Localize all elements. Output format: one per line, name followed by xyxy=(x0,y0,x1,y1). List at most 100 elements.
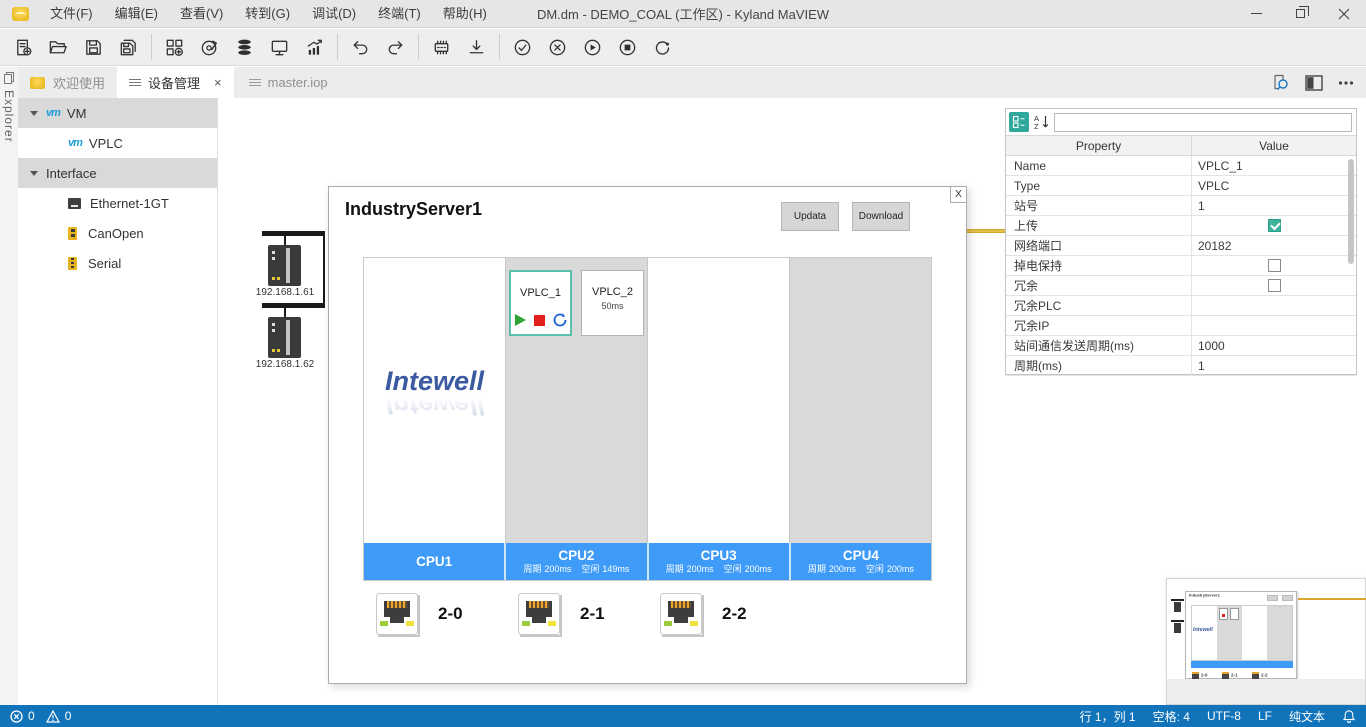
prop-row-station[interactable]: 站号 1 xyxy=(1006,196,1356,216)
redo-button[interactable] xyxy=(378,31,413,63)
download-button[interactable] xyxy=(459,31,494,63)
database-button[interactable] xyxy=(227,31,262,63)
prop-value[interactable]: 1 xyxy=(1191,196,1356,215)
tree-item-ethernet[interactable]: Ethernet-1GT xyxy=(18,188,217,218)
prop-row-retain[interactable]: 掉电保持 xyxy=(1006,256,1356,276)
notifications-bell-icon[interactable] xyxy=(1342,709,1356,724)
restore-button[interactable] xyxy=(1278,0,1322,28)
port-group-0[interactable]: 2-0 xyxy=(376,593,463,635)
prop-value[interactable] xyxy=(1191,316,1356,335)
undo-button[interactable] xyxy=(343,31,378,63)
overview-minimap[interactable]: IndustryServer1 Intewell 2-0 2-1 2-2 xyxy=(1166,578,1366,705)
accept-button[interactable] xyxy=(505,31,540,63)
prop-row-cycle[interactable]: 周期(ms) 1 xyxy=(1006,356,1356,376)
menu-goto[interactable]: 转到(G) xyxy=(234,0,301,28)
prop-row-redundancy-plc[interactable]: 冗余PLC xyxy=(1006,296,1356,316)
prop-value[interactable]: VPLC_1 xyxy=(1191,156,1356,175)
warnings-icon[interactable] xyxy=(46,710,60,723)
menu-edit[interactable]: 编辑(E) xyxy=(104,0,169,28)
updata-button[interactable]: Updata xyxy=(781,202,839,231)
restart-button[interactable] xyxy=(645,31,680,63)
tree-group-interface[interactable]: Interface xyxy=(18,158,217,188)
restart-icon[interactable] xyxy=(553,313,567,327)
add-module-button[interactable] xyxy=(157,31,192,63)
main-toolbar xyxy=(0,29,1366,66)
prop-row-redundancy[interactable]: 冗余 xyxy=(1006,276,1356,296)
stop-button[interactable] xyxy=(610,31,645,63)
tab-close-icon[interactable]: × xyxy=(214,76,222,89)
cursor-position[interactable]: 行 1，列 1 xyxy=(1080,708,1136,725)
prop-row-type[interactable]: Type VPLC xyxy=(1006,176,1356,196)
welcome-logo-icon xyxy=(30,77,45,89)
tree-item-vplc[interactable]: vm VPLC xyxy=(18,128,217,158)
categorize-button[interactable] xyxy=(1009,112,1029,132)
switch-device-1[interactable] xyxy=(268,245,301,286)
download-button[interactable]: Download xyxy=(852,202,910,231)
cpu3-cell[interactable]: CPU3 周期 200ms 空闲 200ms xyxy=(647,543,789,580)
menu-view[interactable]: 查看(V) xyxy=(169,0,234,28)
menu-terminal[interactable]: 终端(T) xyxy=(367,0,432,28)
more-actions-icon[interactable] xyxy=(1338,80,1354,86)
stop-icon[interactable] xyxy=(534,315,545,326)
menu-help[interactable]: 帮助(H) xyxy=(432,0,498,28)
save-button[interactable] xyxy=(76,31,111,63)
tree-group-vm[interactable]: vm VM xyxy=(18,98,217,128)
tree-item-serial[interactable]: Serial xyxy=(18,248,217,278)
prop-value[interactable] xyxy=(1191,296,1356,315)
save-all-button[interactable] xyxy=(111,31,146,63)
cpu1-cell[interactable]: CPU1 xyxy=(364,543,504,580)
tab-device-management[interactable]: 设备管理 × xyxy=(117,67,234,98)
sort-az-button[interactable]: AZ xyxy=(1033,114,1050,130)
tab-welcome[interactable]: 欢迎使用 xyxy=(18,67,117,98)
split-editor-icon[interactable] xyxy=(1305,75,1323,91)
menu-debug[interactable]: 调试(D) xyxy=(301,0,367,28)
dialog-close-button[interactable]: X xyxy=(950,187,966,203)
topology-canvas[interactable]: 192.168.1.61 192.168.1.62 IndustryServer… xyxy=(218,98,1366,705)
indent-setting[interactable]: 空格: 4 xyxy=(1153,708,1190,725)
scrollbar-thumb[interactable] xyxy=(1348,159,1354,264)
encoding[interactable]: UTF-8 xyxy=(1207,709,1241,723)
tree-vm-label: VM xyxy=(67,106,87,121)
errors-icon[interactable] xyxy=(10,710,23,723)
play-icon[interactable] xyxy=(515,314,526,326)
port-group-2[interactable]: 2-2 xyxy=(660,593,747,635)
cpu4-cell[interactable]: CPU4 周期 200ms 空闲 200ms xyxy=(789,543,931,580)
eol-setting[interactable]: LF xyxy=(1258,709,1272,723)
property-filter-input[interactable] xyxy=(1054,113,1352,132)
pages-icon[interactable] xyxy=(4,72,14,84)
trend-button[interactable] xyxy=(297,31,332,63)
run-button[interactable] xyxy=(575,31,610,63)
vplc2-card[interactable]: VPLC_2 50ms xyxy=(581,270,644,336)
cpu2-cell[interactable]: CPU2 周期 200ms 空闲 149ms xyxy=(504,543,646,580)
open-folder-button[interactable] xyxy=(41,31,76,63)
cycle-label: 周期 xyxy=(523,565,541,574)
tree-item-canopen[interactable]: CanOpen xyxy=(18,218,217,248)
compile-button[interactable] xyxy=(192,31,227,63)
switch-device-2[interactable] xyxy=(268,317,301,358)
vplc1-card[interactable]: VPLC_1 xyxy=(509,270,572,336)
prop-value[interactable]: 20182 xyxy=(1191,236,1356,255)
cancel-button[interactable] xyxy=(540,31,575,63)
retain-checkbox[interactable] xyxy=(1268,259,1281,272)
redundancy-checkbox[interactable] xyxy=(1268,279,1281,292)
prop-row-upload[interactable]: 上传 xyxy=(1006,216,1356,236)
prop-value[interactable]: 1 xyxy=(1191,356,1356,375)
cycle-value: 200ms xyxy=(829,565,856,574)
monitor-button[interactable] xyxy=(262,31,297,63)
menu-file[interactable]: 文件(F) xyxy=(39,0,104,28)
language-mode[interactable]: 纯文本 xyxy=(1289,708,1325,725)
minimize-button[interactable] xyxy=(1234,0,1278,28)
search-editor-icon[interactable] xyxy=(1271,73,1290,92)
tab-master-iop[interactable]: master.iop xyxy=(237,67,340,98)
upload-checkbox[interactable] xyxy=(1268,219,1281,232)
prop-row-port[interactable]: 网络端口 20182 xyxy=(1006,236,1356,256)
prop-row-name[interactable]: Name VPLC_1 xyxy=(1006,156,1356,176)
prop-row-redundancy-ip[interactable]: 冗余IP xyxy=(1006,316,1356,336)
prop-value[interactable]: VPLC xyxy=(1191,176,1356,195)
device-pins-button[interactable] xyxy=(424,31,459,63)
port-group-1[interactable]: 2-1 xyxy=(518,593,605,635)
new-project-button[interactable] xyxy=(6,31,41,63)
prop-row-comm-cycle[interactable]: 站间通信发送周期(ms) 1000 xyxy=(1006,336,1356,356)
prop-value[interactable]: 1000 xyxy=(1191,336,1356,355)
close-button[interactable] xyxy=(1322,0,1366,28)
